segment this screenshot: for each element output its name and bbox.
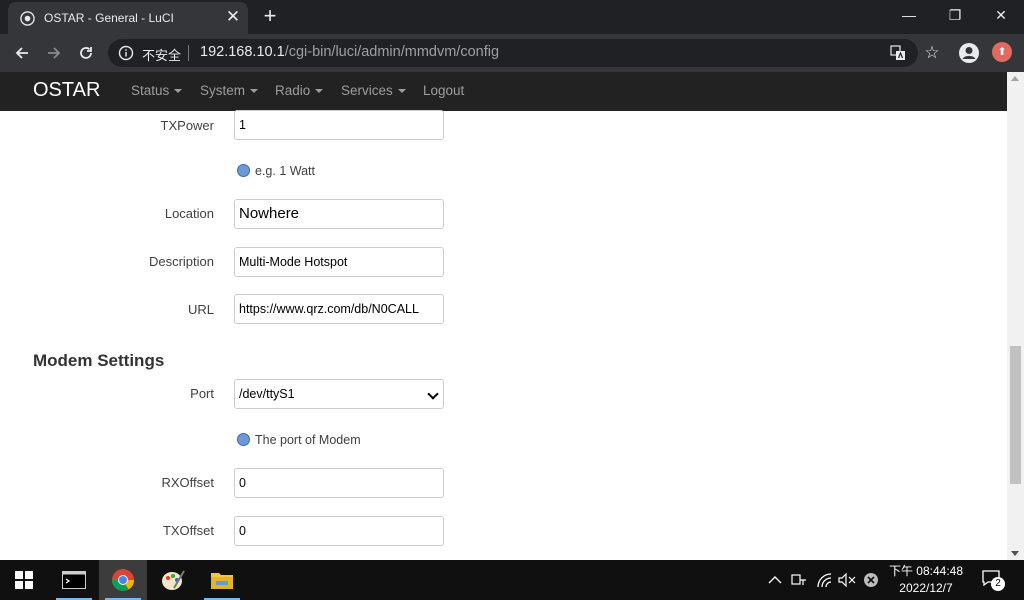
- browser-titlebar: OSTAR - General - LuCI ✕ + — ❐ ✕: [0, 0, 1024, 34]
- forward-button[interactable]: [42, 41, 66, 65]
- window-close-button[interactable]: ✕: [978, 0, 1024, 30]
- menu-services[interactable]: Services: [341, 83, 406, 98]
- menu-status[interactable]: Status: [131, 83, 183, 98]
- url-input[interactable]: https://www.qrz.com/db/N0CALL: [234, 294, 444, 324]
- address-separator: [188, 45, 189, 61]
- page-favicon-icon: [20, 11, 35, 26]
- taskbar-terminal[interactable]: [50, 560, 98, 600]
- taskbar-clock[interactable]: 下午 08:44:48 2022/12/7: [880, 563, 972, 597]
- info-icon[interactable]: [118, 45, 134, 61]
- page-scrollbar[interactable]: [1007, 72, 1024, 560]
- window-restore-button[interactable]: ❐: [932, 0, 978, 30]
- profile-avatar-icon[interactable]: [958, 42, 980, 64]
- insecure-label: 不安全: [142, 48, 182, 63]
- menu-status-label: Status: [131, 83, 170, 98]
- port-label: Port: [190, 386, 214, 401]
- description-label: Description: [148, 254, 214, 269]
- help-icon: [237, 164, 250, 177]
- page-viewport: OSTAR Status System Radio Services Logou…: [0, 72, 1024, 560]
- rxoffset-label: RXOffset: [161, 475, 214, 490]
- help-icon: [237, 433, 250, 446]
- menu-radio-label: Radio: [275, 83, 311, 98]
- txpower-input[interactable]: 1: [234, 110, 444, 140]
- action-center-button[interactable]: 2: [982, 570, 1005, 591]
- scroll-up-icon[interactable]: [1011, 76, 1019, 81]
- port-select[interactable]: /dev/ttyS1: [234, 379, 444, 409]
- menu-radio[interactable]: Radio: [275, 83, 324, 98]
- menu-system-label: System: [200, 83, 246, 98]
- network-wired-icon[interactable]: [791, 573, 807, 587]
- rxoffset-input[interactable]: 0: [234, 468, 444, 498]
- description-input[interactable]: Multi-Mode Hotspot: [234, 247, 444, 277]
- url-text[interactable]: 192.168.10.1/cgi-bin/luci/admin/mmdvm/co…: [200, 44, 499, 60]
- menu-system[interactable]: System: [200, 83, 259, 98]
- caret-down-icon: [174, 89, 183, 94]
- browser-tab[interactable]: OSTAR - General - LuCI ✕: [8, 2, 248, 34]
- scrollbar-thumb[interactable]: [1010, 346, 1021, 484]
- txoffset-input[interactable]: 0: [234, 516, 444, 546]
- taskbar-file-explorer[interactable]: [198, 560, 246, 600]
- caret-down-icon: [397, 89, 406, 94]
- url-path: /cgi-bin/luci/admin/mmdvm/config: [284, 44, 500, 60]
- bookmark-star-icon[interactable]: ☆: [920, 41, 944, 65]
- txoffset-label: TXOffset: [162, 523, 214, 538]
- brand-logo[interactable]: OSTAR: [33, 79, 100, 102]
- menu-services-label: Services: [341, 83, 393, 98]
- window-minimize-button[interactable]: —: [886, 0, 932, 30]
- volume-muted-icon[interactable]: [838, 573, 856, 587]
- translate-icon[interactable]: [890, 45, 906, 61]
- txpower-hint-text: e.g. 1 Watt: [255, 164, 315, 178]
- taskbar-chrome[interactable]: [99, 560, 147, 600]
- reload-button[interactable]: [74, 41, 98, 65]
- tab-title: OSTAR - General - LuCI: [44, 11, 174, 25]
- menu-logout[interactable]: Logout: [423, 83, 464, 98]
- location-input[interactable]: Nowhere: [234, 199, 444, 229]
- notification-count-badge: 2: [991, 577, 1005, 591]
- taskbar-paint[interactable]: [149, 560, 197, 600]
- chevron-down-icon: [427, 388, 439, 400]
- back-button[interactable]: [10, 41, 34, 65]
- location-label: Location: [164, 206, 214, 221]
- tab-close-icon[interactable]: ✕: [223, 7, 243, 27]
- url-host: 192.168.10.1: [200, 44, 285, 60]
- back-arrow-icon: [15, 47, 28, 59]
- tray-expand-icon[interactable]: [768, 575, 782, 585]
- start-button[interactable]: [0, 560, 48, 600]
- reload-icon: [80, 47, 92, 59]
- terminal-icon: [62, 571, 86, 589]
- chrome-icon: [112, 569, 134, 591]
- windows-logo-icon: [15, 571, 33, 589]
- txpower-hint: e.g. 1 Watt: [237, 164, 315, 178]
- update-indicator-icon[interactable]: ⬆: [992, 42, 1012, 62]
- new-tab-button[interactable]: +: [258, 5, 282, 29]
- folder-icon: [211, 573, 233, 589]
- modem-settings-title: Modem Settings: [33, 351, 165, 370]
- address-bar[interactable]: 不安全 192.168.10.1/cgi-bin/luci/admin/mmdv…: [108, 39, 918, 67]
- luci-navbar: OSTAR Status System Radio Services Logou…: [0, 72, 1007, 111]
- windows-taskbar: 下午 08:44:48 2022/12/7 2: [0, 560, 1024, 600]
- clock-time: 下午 08:44:48: [888, 564, 964, 578]
- port-select-value: /dev/ttyS1: [239, 387, 295, 401]
- port-hint: The port of Modem: [237, 433, 361, 447]
- port-hint-text: The port of Modem: [255, 433, 361, 447]
- error-close-icon[interactable]: [863, 572, 879, 588]
- url-label: URL: [187, 302, 214, 317]
- wifi-icon[interactable]: [816, 572, 832, 588]
- scroll-down-icon[interactable]: [1011, 551, 1019, 556]
- clock-date: 2022/12/7: [899, 581, 953, 595]
- caret-down-icon: [250, 89, 259, 94]
- txpower-label: TXPower: [160, 118, 214, 133]
- forward-arrow-icon: [48, 47, 61, 59]
- caret-down-icon: [315, 89, 324, 94]
- browser-toolbar: 不安全 192.168.10.1/cgi-bin/luci/admin/mmdv…: [0, 34, 1024, 72]
- paint-icon: [162, 570, 185, 590]
